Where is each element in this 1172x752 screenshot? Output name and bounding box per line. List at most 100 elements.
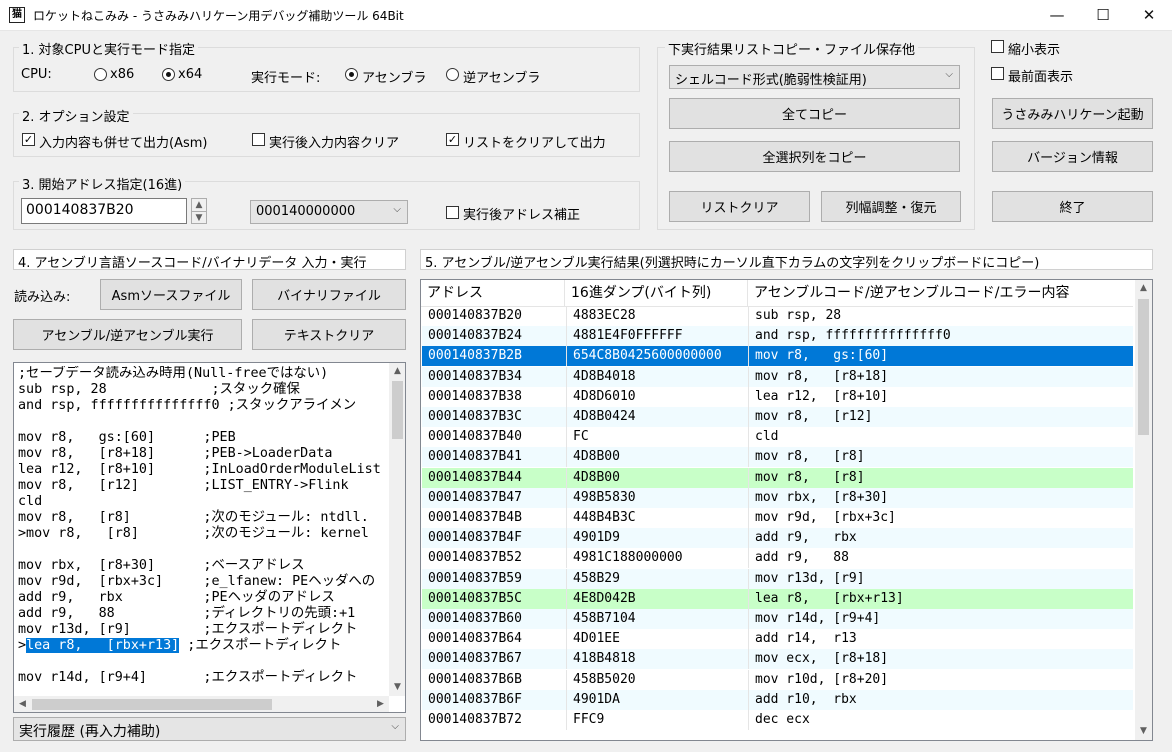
opt-clear-list-checkbox[interactable]: ✓	[446, 133, 459, 146]
cell-address: 000140837B4B	[428, 510, 522, 525]
x64-radio[interactable]	[162, 68, 175, 81]
scroll-down-icon[interactable]: ▼	[1135, 723, 1152, 740]
table-row[interactable]: 000140837B52 4981C188000000 add r9, 88	[422, 548, 1133, 569]
copy-column-button[interactable]: 全選択列をコピー	[669, 141, 960, 172]
topmost-label[interactable]: 最前面表示	[1008, 66, 1073, 85]
exit-button[interactable]: 終了	[992, 191, 1153, 222]
start-address-input[interactable]: 000140837B20	[21, 198, 187, 224]
address-correct-checkbox[interactable]	[446, 206, 459, 219]
table-row[interactable]: 000140837B64 4D01EE add r14, r13	[422, 629, 1133, 650]
close-button[interactable]: ✕	[1126, 0, 1172, 31]
scroll-up-icon[interactable]: ▲	[389, 363, 405, 380]
scroll-down-icon[interactable]: ▼	[389, 679, 405, 696]
table-row[interactable]: 000140837B72 FFC9 dec ecx	[422, 710, 1133, 730]
base-address-select[interactable]: 000140000000 ⌵	[250, 200, 408, 224]
table-row[interactable]: 000140837B60 458B7104 mov r14d, [r9+4]	[422, 609, 1133, 629]
spin-up-icon[interactable]: ▲	[192, 199, 206, 211]
cell-code: and rsp, fffffffffffffff0	[755, 328, 951, 344]
opt-output-input-label[interactable]: 入力内容も併せて出力(Asm)	[39, 132, 207, 151]
table-row[interactable]: 000140837B38 4D8D6010 lea r12, [r8+10]	[422, 386, 1133, 407]
address-correct-label[interactable]: 実行後アドレス補正	[463, 204, 580, 223]
opt-clear-input-label[interactable]: 実行後入力内容クリア	[269, 132, 399, 151]
table-row[interactable]: 000140837B20 4883EC28 sub rsp, 28	[422, 306, 1133, 326]
app-icon: 猫	[9, 7, 25, 23]
launch-usamimi-button[interactable]: うさみみハリケーン起動	[992, 98, 1153, 129]
history-value: 実行履歴 (再入力補助)	[19, 724, 161, 740]
minimize-button[interactable]: —	[1034, 0, 1080, 31]
table-row[interactable]: 000140837B2B 654C8B0425600000000 mov r8, g…	[422, 346, 1133, 367]
cell-hex: 458B5020	[566, 669, 749, 690]
cell-hex: 4D8B00	[566, 447, 749, 468]
output-format-value: シェルコード形式(脆弱性検証用)	[675, 73, 867, 88]
source-text-area[interactable]: ;セーブデータ読み込み時用(Null-freeではない) sub rsp, 28…	[14, 366, 388, 698]
source-editor[interactable]: ;セーブデータ読み込み時用(Null-freeではない) sub rsp, 28…	[13, 362, 406, 713]
history-select[interactable]: 実行履歴 (再入力補助) ⌵	[13, 717, 406, 741]
table-row[interactable]: 000140837B44 4D8B00 mov r8, [r8]	[422, 467, 1133, 488]
scroll-left-icon[interactable]: ◀	[14, 696, 31, 712]
table-row[interactable]: 000140837B6F 4901DA add r10, rbx	[422, 689, 1133, 710]
opt-output-input-checkbox[interactable]: ✓	[22, 133, 35, 146]
x64-label[interactable]: x64	[178, 67, 202, 82]
table-row[interactable]: 000140837B3C 4D8B0424 mov r8, [r12]	[422, 407, 1133, 427]
column-header-code[interactable]: アセンブルコード/逆アセンブルコード/エラー内容	[748, 280, 1133, 307]
table-row[interactable]: 000140837B4F 4901D9 add r9, rbx	[422, 528, 1133, 549]
scroll-thumb[interactable]	[392, 381, 403, 439]
assembler-label[interactable]: アセンブラ	[362, 67, 426, 86]
text-clear-button[interactable]: テキストクリア	[252, 319, 406, 350]
source-hscrollbar[interactable]: ◀ ▶	[14, 696, 389, 712]
list-clear-button[interactable]: リストクリア	[669, 191, 810, 222]
assembler-radio[interactable]	[345, 68, 358, 81]
copy-all-button[interactable]: 全てコピー	[669, 98, 960, 129]
chevron-down-icon: ⌵	[393, 204, 401, 215]
source-line: sub rsp, 28 ;スタック確保	[18, 382, 300, 397]
table-row[interactable]: 000140837B40 FC cld	[422, 427, 1133, 448]
cell-address: 000140837B44	[428, 469, 522, 485]
scroll-up-icon[interactable]: ▲	[1135, 280, 1152, 297]
column-adjust-button[interactable]: 列幅調整・復元	[821, 191, 961, 222]
opt-clear-input-checkbox[interactable]	[252, 133, 265, 146]
disassembler-label[interactable]: 逆アセンブラ	[463, 67, 540, 86]
mini-view-label[interactable]: 縮小表示	[1008, 39, 1060, 58]
x86-label[interactable]: x86	[110, 67, 134, 82]
cell-code: mov r8, [r8+18]	[755, 368, 889, 384]
cell-code: mov r8, [r8]	[755, 469, 865, 485]
copy-group-title: 下実行結果リストコピー・ファイル保存他	[665, 39, 919, 58]
table-row[interactable]: 000140837B34 4D8B4018 mov r8, [r8+18]	[422, 366, 1133, 387]
table-row[interactable]: 000140837B24 4881E4F0FFFFFF and rsp, fffff…	[422, 326, 1133, 347]
result-table[interactable]: アドレス 16進ダンプ(バイト列) アセンブルコード/逆アセンブルコード/エラー…	[420, 279, 1153, 741]
column-header-address[interactable]: アドレス	[421, 280, 565, 307]
table-row[interactable]: 000140837B5C 4E8D042B lea r8, [rbx+r13]	[422, 588, 1133, 609]
table-row[interactable]: 000140837B6B 458B5020 mov r10d, [r8+20]	[422, 669, 1133, 690]
topmost-checkbox[interactable]	[991, 67, 1004, 80]
cell-code: mov r8, gs:[60]	[755, 348, 889, 364]
scroll-thumb[interactable]	[32, 699, 272, 710]
disassembler-radio[interactable]	[446, 68, 459, 81]
table-row[interactable]: 000140837B67 418B4818 mov ecx, [r8+18]	[422, 649, 1133, 670]
opt-clear-list-label[interactable]: リストをクリアして出力	[463, 132, 606, 151]
binary-file-button[interactable]: バイナリファイル	[252, 279, 406, 310]
mini-view-checkbox[interactable]	[991, 40, 1004, 53]
address-spinner[interactable]: ▲ ▼	[191, 198, 207, 224]
run-assemble-button[interactable]: アセンブル/逆アセンブル実行	[13, 319, 242, 350]
table-row[interactable]: 000140837B4B 448B4B3C mov r9d, [rbx+3c]	[422, 508, 1133, 528]
cell-code: mov r8, [r12]	[755, 409, 873, 424]
source-line: ;セーブデータ読み込み時用(Null-freeではない)	[18, 366, 329, 381]
cell-hex: 4D8B00	[566, 467, 749, 488]
source-vscrollbar[interactable]: ▲ ▼	[389, 363, 405, 696]
table-body[interactable]: 000140837B20 4883EC28 sub rsp, 28 000140837…	[421, 306, 1133, 740]
source-line: and rsp, fffffffffffffff0 ;スタックアライメン	[18, 398, 357, 413]
maximize-button[interactable]: ☐	[1080, 0, 1126, 31]
table-row[interactable]: 000140837B41 4D8B00 mov r8, [r8]	[422, 447, 1133, 468]
spin-down-icon[interactable]: ▼	[192, 211, 206, 223]
column-header-hex[interactable]: 16進ダンプ(バイト列)	[565, 280, 748, 307]
output-format-select[interactable]: シェルコード形式(脆弱性検証用) ⌵	[669, 65, 960, 89]
source-line: mov r8, [r8] ;次のモジュール: ntdll.	[18, 510, 369, 525]
table-row[interactable]: 000140837B47 498B5830 mov rbx, [r8+30]	[422, 487, 1133, 508]
table-row[interactable]: 000140837B59 458B29 mov r13d, [r9]	[422, 568, 1133, 589]
version-info-button[interactable]: バージョン情報	[992, 141, 1153, 172]
result-vscrollbar[interactable]: ▲ ▼	[1135, 280, 1152, 740]
x86-radio[interactable]	[94, 68, 107, 81]
scroll-right-icon[interactable]: ▶	[372, 696, 389, 712]
asm-source-file-button[interactable]: Asmソースファイル	[100, 279, 242, 310]
scroll-thumb[interactable]	[1138, 299, 1149, 435]
